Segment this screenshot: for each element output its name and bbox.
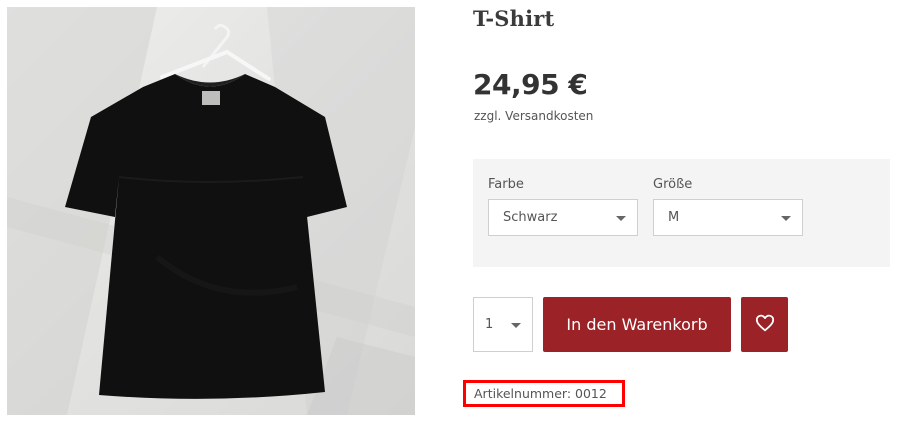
wishlist-button[interactable] [741, 297, 788, 352]
variant-panel: Farbe Schwarz Größe M [473, 159, 890, 267]
product-page: T-Shirt 24,95 € zzgl. Versandkosten Farb… [0, 0, 897, 421]
heart-icon [755, 314, 775, 335]
shipping-note[interactable]: zzgl. Versandkosten [474, 109, 593, 123]
color-select[interactable]: Schwarz [488, 199, 638, 236]
chevron-down-icon [616, 216, 626, 221]
size-label: Größe [653, 177, 693, 192]
color-label: Farbe [488, 177, 524, 192]
chevron-down-icon [511, 323, 521, 328]
product-price: 24,95 € [473, 68, 588, 101]
add-to-cart-button[interactable]: In den Warenkorb [543, 297, 731, 352]
size-select-value: M [668, 210, 680, 225]
quantity-value: 1 [485, 317, 494, 332]
article-number: Artikelnummer: 0012 [463, 380, 625, 407]
chevron-down-icon [781, 216, 791, 221]
product-title: T-Shirt [473, 6, 555, 31]
product-image[interactable] [7, 7, 415, 415]
quantity-select[interactable]: 1 [473, 297, 533, 352]
size-select[interactable]: M [653, 199, 803, 236]
color-select-value: Schwarz [503, 210, 558, 225]
